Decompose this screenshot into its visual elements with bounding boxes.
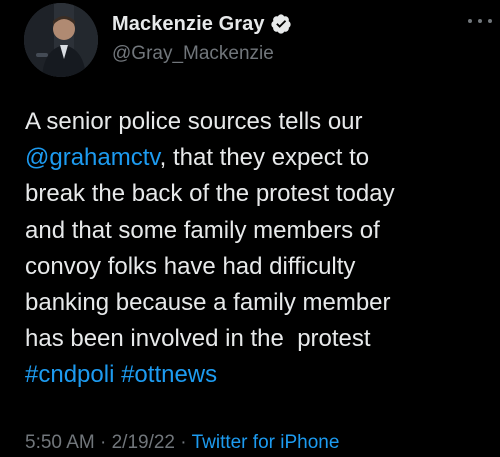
text-segment: has been involved in the protest [25, 325, 371, 353]
tweet-line: #cndpoli #ottnews [25, 357, 495, 393]
tweet-date[interactable]: 2/19/22 [112, 432, 175, 453]
avatar[interactable] [24, 3, 98, 77]
tweet-line: has been involved in the protest [25, 321, 495, 357]
dot [478, 19, 482, 23]
text-segment: , that they expect to [159, 144, 370, 172]
author-info: Mackenzie Gray @Gray_Mackenzie [112, 11, 292, 65]
hashtag-link[interactable]: #ottnews [121, 361, 217, 388]
tweet-line: convoy folks have had difficulty [25, 249, 495, 285]
tweet-meta: 5:50 AM · 2/19/22 · Twitter for iPhone [25, 432, 339, 454]
separator: · [94, 432, 112, 453]
handle[interactable]: @Gray_Mackenzie [112, 43, 292, 65]
separator: · [175, 432, 192, 453]
tweet-card: Mackenzie Gray @Gray_Mackenzie A senior … [0, 0, 500, 457]
tweet-line: @grahamctv, that they expect to [25, 140, 495, 176]
verified-badge-icon [270, 13, 292, 35]
dot [488, 19, 492, 23]
dot [468, 19, 472, 23]
text-segment: convoy folks have had difficulty [25, 252, 356, 280]
text-segment: and that some family members of [25, 216, 380, 244]
tweet-time[interactable]: 5:50 AM [25, 432, 95, 453]
display-name[interactable]: Mackenzie Gray [112, 13, 265, 36]
profile-photo-icon [24, 3, 98, 77]
text-segment: break the back of the protest today [25, 180, 395, 208]
tweet-line: break the back of the protest today [25, 176, 495, 212]
tweet-line: and that some family members of [25, 213, 495, 249]
text-segment: banking because a family member [25, 288, 391, 316]
tweet-line: A senior police sources tells our [25, 104, 495, 140]
tweet-line: banking because a family member [25, 285, 495, 321]
text-segment: A senior police sources tells our [25, 108, 363, 135]
mention-link[interactable]: @grahamctv [25, 144, 160, 171]
more-options-icon[interactable] [468, 14, 492, 28]
tweet-text: A senior police sources tells our @graha… [25, 104, 495, 394]
hashtag-link[interactable]: #cndpoli [25, 361, 114, 388]
tweet-source-link[interactable]: Twitter for iPhone [192, 432, 340, 453]
name-row: Mackenzie Gray [112, 11, 292, 37]
